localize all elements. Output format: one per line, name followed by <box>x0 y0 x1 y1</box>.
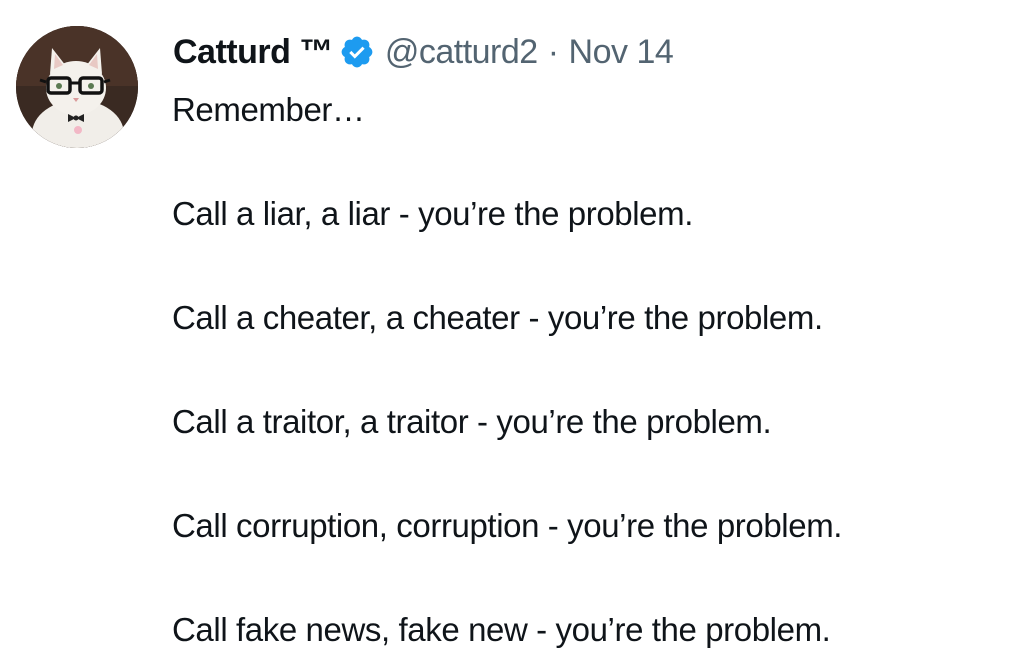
line-break <box>172 136 1012 188</box>
line-break <box>172 552 1012 604</box>
tweet-line: Remember… <box>172 91 365 128</box>
tweet-line: Call a traitor, a traitor - you’re the p… <box>172 403 772 440</box>
cat-avatar-image <box>16 26 138 148</box>
tweet-line: Call corruption, corruption - you’re the… <box>172 507 843 544</box>
tweet-date[interactable]: Nov 14 <box>569 33 674 72</box>
user-handle[interactable]: @catturd2 <box>385 33 538 72</box>
separator-dot: · <box>547 32 559 71</box>
tweet-line: Call a cheater, a cheater - you’re the p… <box>172 299 823 336</box>
line-break <box>172 448 1012 500</box>
avatar[interactable] <box>16 26 138 148</box>
display-name[interactable]: Catturd ™ <box>173 33 333 72</box>
verified-badge-icon <box>339 34 375 70</box>
line-break <box>172 240 1012 292</box>
line-break <box>172 344 1012 396</box>
tweet-header: Catturd ™ @catturd2 · Nov 14 <box>173 30 674 74</box>
tweet[interactable]: Catturd ™ @catturd2 · Nov 14 Remember… C… <box>0 0 1020 670</box>
tweet-line: Call fake news, fake new - you’re the pr… <box>172 611 831 648</box>
tweet-text: Remember… Call a liar, a liar - you’re t… <box>172 84 1012 656</box>
tweet-line: Call a liar, a liar - you’re the problem… <box>172 195 693 232</box>
